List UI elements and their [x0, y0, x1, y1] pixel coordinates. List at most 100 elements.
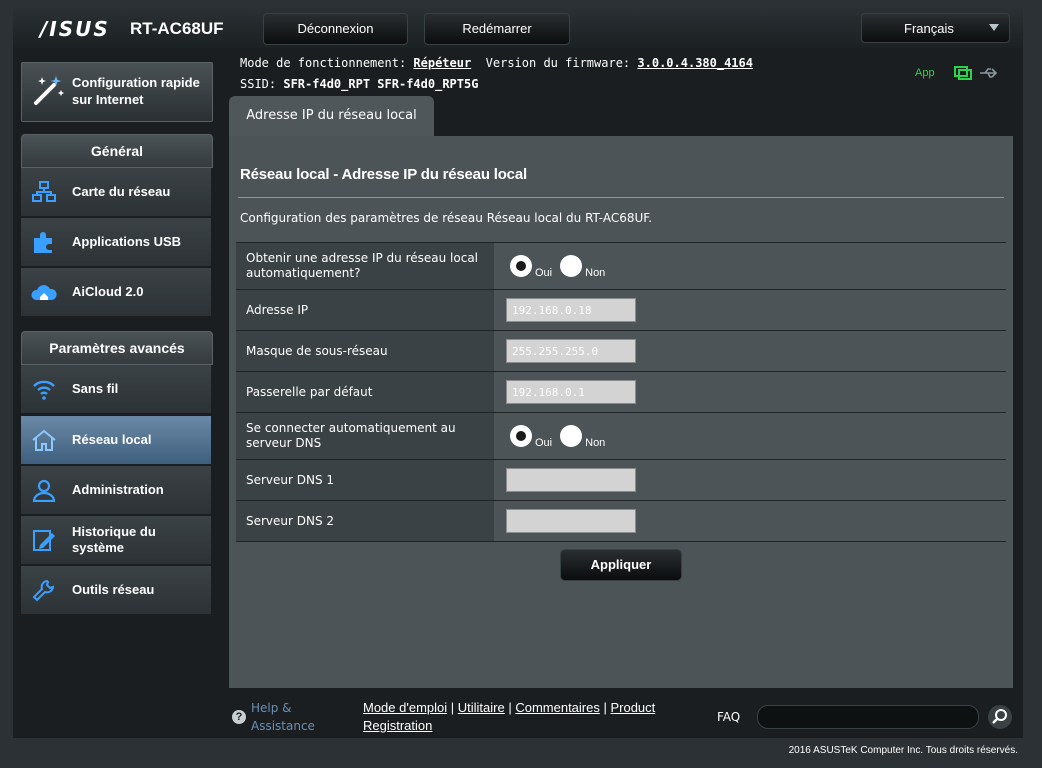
sidebar-item-usb-apps[interactable]: Applications USB: [21, 218, 211, 267]
cloud-house-icon: [31, 285, 57, 300]
dns-auto-label: Se connecter automatiquement au serveur …: [236, 413, 494, 459]
wifi-icon: [33, 380, 55, 400]
sidebar-item-network-tools[interactable]: Outils réseau: [21, 566, 211, 615]
ip-cell: 192.168.0.18: [494, 290, 1006, 330]
dns1-label: Serveur DNS 1: [236, 460, 494, 500]
manual-link[interactable]: Mode d'emploi: [363, 700, 447, 715]
sidebar-item-system-log[interactable]: Historique du système: [21, 516, 211, 565]
model-name: RT-AC68UF: [130, 19, 224, 38]
dns1-row: Serveur DNS 1: [236, 459, 1006, 500]
quick-setup-button[interactable]: Configuration rapide sur Internet: [21, 62, 213, 122]
reboot-button[interactable]: Redémarrer: [424, 13, 570, 45]
dns2-label: Serveur DNS 2: [236, 501, 494, 541]
mask-label: Masque de sous-réseau: [236, 331, 494, 371]
dns-auto-yes-radio[interactable]: [510, 425, 532, 447]
ssid-label: SSID:: [240, 77, 277, 91]
usb-icon[interactable]: [979, 67, 999, 79]
apply-button[interactable]: Appliquer: [560, 549, 682, 581]
asus-logo[interactable]: /ISUS: [40, 17, 110, 41]
gateway-input[interactable]: 192.168.0.1: [506, 380, 636, 404]
copyright: 2016 ASUSTeK Computer Inc. Tous droits r…: [788, 745, 1018, 756]
dns2-row: Serveur DNS 2: [236, 500, 1006, 542]
language-select[interactable]: Français: [861, 13, 1010, 43]
advanced-section-title: Paramètres avancés: [21, 331, 213, 365]
puzzle-icon: [34, 232, 52, 253]
radio-label-no: Non: [585, 437, 606, 449]
feedback-link[interactable]: Commentaires: [515, 700, 600, 715]
ssid-1: SFR-f4d0_RPT: [283, 77, 371, 91]
page-title: Réseau local - Adresse IP du réseau loca…: [240, 166, 527, 183]
sidebar-item-aicloud[interactable]: AiCloud 2.0: [21, 268, 211, 317]
home-icon: [32, 429, 56, 451]
dhcp-row: Obtenir une adresse IP du réseau local a…: [236, 242, 1006, 289]
dhcp-yes-radio[interactable]: [510, 255, 532, 277]
utility-link[interactable]: Utilitaire: [458, 700, 505, 715]
logout-button[interactable]: Déconnexion: [263, 13, 408, 45]
mask-cell: 255.255.255.0: [494, 331, 1006, 371]
quick-setup-label: Configuration rapide sur Internet: [72, 75, 200, 107]
tab-lan-ip[interactable]: Adresse IP du réseau local: [229, 96, 434, 136]
sidebar-item-administration[interactable]: Administration: [21, 466, 211, 515]
sidebar-item-label: Historique du système: [72, 524, 156, 555]
ip-row: Adresse IP 192.168.0.18: [236, 289, 1006, 330]
firmware-link[interactable]: 3.0.0.4.380_4164: [637, 56, 753, 70]
dns1-input[interactable]: [506, 468, 636, 492]
sidebar-item-label: Sans fil: [72, 381, 119, 396]
ip-label: Adresse IP: [236, 290, 494, 330]
network-map-icon: [32, 181, 56, 202]
search-icon: [992, 709, 1007, 724]
sidebar-item-label: Réseau local: [72, 432, 152, 447]
mask-row: Masque de sous-réseau 255.255.255.0: [236, 330, 1006, 371]
firmware-label: Version du firmware:: [485, 56, 631, 70]
dns2-cell: [494, 501, 1006, 541]
edit-log-icon: [33, 530, 55, 551]
chevron-down-icon: [989, 24, 999, 31]
sidebar-item-label: Applications USB: [72, 234, 182, 249]
dns-auto-row: Se connecter automatiquement au serveur …: [236, 412, 1006, 459]
ssid-2: SFR-f4d0_RPT5G: [377, 77, 479, 91]
sidebar-item-wireless[interactable]: Sans fil: [21, 365, 211, 414]
help-icon: ?: [232, 710, 246, 724]
gateway-row: Passerelle par défaut 192.168.0.1: [236, 371, 1006, 412]
sidebar-item-label: Administration: [72, 482, 164, 497]
dhcp-options: Oui Non: [494, 243, 1006, 289]
subnet-mask-input[interactable]: 255.255.255.0: [506, 339, 636, 363]
gateway-cell: 192.168.0.1: [494, 372, 1006, 412]
sidebar-item-label: Outils réseau: [72, 582, 155, 597]
user-icon: [32, 479, 56, 502]
radio-label-yes: Oui: [535, 267, 553, 279]
dns2-input[interactable]: [506, 509, 636, 533]
client-status-icon[interactable]: [953, 66, 972, 80]
sidebar-item-label: AiCloud 2.0: [72, 284, 144, 299]
title-divider: [238, 197, 1004, 198]
radio-label-yes: Oui: [535, 437, 553, 449]
mode-label: Mode de fonctionnement:: [240, 56, 407, 70]
app-link[interactable]: App: [915, 67, 935, 79]
wrench-icon: [32, 579, 55, 602]
sidebar-item-network-map[interactable]: Carte du réseau: [21, 168, 211, 217]
status-icons: App: [915, 66, 999, 80]
faq-label: FAQ: [717, 710, 741, 724]
magic-wand-icon: [34, 76, 64, 105]
language-value: Français: [904, 21, 954, 36]
sidebar-item-lan[interactable]: Réseau local: [21, 416, 211, 465]
sidebar-item-label: Carte du réseau: [72, 184, 171, 199]
dns-auto-options: Oui Non: [494, 413, 1006, 459]
mode-link[interactable]: Répéteur: [413, 56, 471, 70]
gateway-label: Passerelle par défaut: [236, 372, 494, 412]
status-line-mode: Mode de fonctionnement: Répéteur Version…: [240, 56, 753, 70]
dhcp-no-radio[interactable]: [560, 255, 583, 277]
radio-label-no: Non: [585, 267, 606, 279]
general-section-title: Général: [21, 134, 213, 168]
footer-links: Mode d'emploi | Utilitaire | Commentaire…: [363, 700, 656, 733]
faq-search-button[interactable]: [988, 705, 1012, 729]
help-link[interactable]: Help & Assistance: [251, 699, 341, 735]
ip-address-input[interactable]: 192.168.0.18: [506, 298, 636, 322]
lan-ip-form: Obtenir une adresse IP du réseau local a…: [236, 242, 1006, 542]
dhcp-label: Obtenir une adresse IP du réseau local a…: [236, 243, 494, 289]
dns1-cell: [494, 460, 1006, 500]
page-description: Configuration des paramètres de réseau R…: [240, 211, 653, 225]
dns-auto-no-radio[interactable]: [560, 425, 583, 447]
status-line-ssid: SSID: SFR-f4d0_RPT SFR-f4d0_RPT5G: [240, 77, 478, 91]
faq-search-input[interactable]: [757, 705, 979, 729]
